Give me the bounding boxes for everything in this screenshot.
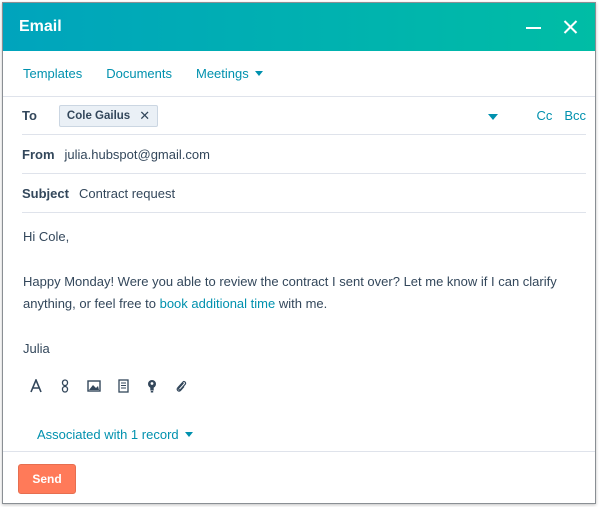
meetings-dropdown[interactable]: Meetings — [196, 66, 263, 81]
subject-label: Subject — [22, 186, 69, 201]
window-controls — [525, 18, 579, 36]
title-bar: Email — [3, 3, 595, 51]
format-toolbar — [29, 378, 188, 394]
from-row[interactable]: From julia.hubspot@gmail.com — [22, 136, 586, 174]
chevron-down-icon — [184, 432, 193, 437]
cc-link[interactable]: Cc — [536, 108, 552, 123]
text-style-icon[interactable] — [29, 378, 43, 394]
documents-link[interactable]: Documents — [106, 66, 172, 81]
recipient-dropdown-icon[interactable] — [488, 113, 499, 120]
link-icon[interactable] — [58, 378, 72, 394]
footer: Send — [3, 451, 595, 503]
recipient-chip[interactable]: Cole Gailus ✕ — [58, 104, 159, 127]
signoff-text: Julia — [23, 341, 50, 356]
subject-input[interactable]: Contract request — [79, 186, 175, 201]
close-icon[interactable] — [561, 18, 579, 36]
templates-link[interactable]: Templates — [23, 66, 82, 81]
remove-recipient-icon[interactable]: ✕ — [139, 108, 150, 124]
bcc-link[interactable]: Bcc — [564, 108, 586, 123]
associated-records-dropdown[interactable]: Associated with 1 record — [37, 427, 193, 442]
image-icon[interactable] — [87, 378, 101, 394]
to-actions: Cc Bcc — [488, 108, 586, 123]
subject-row[interactable]: Subject Contract request — [22, 175, 586, 213]
meetings-label: Meetings — [196, 66, 249, 81]
message-body[interactable]: Hi Cole, Happy Monday! Were you able to … — [23, 226, 583, 360]
message-paragraph: Happy Monday! Were you able to review th… — [23, 271, 583, 315]
chevron-down-icon — [254, 71, 263, 76]
from-label: From — [22, 147, 55, 162]
book-time-link[interactable]: book additional time — [160, 296, 276, 311]
from-value[interactable]: julia.hubspot@gmail.com — [65, 147, 210, 162]
document-icon[interactable] — [116, 378, 130, 394]
to-row: To Cole Gailus ✕ Cc Bcc — [22, 97, 586, 135]
window-title: Email — [19, 18, 62, 35]
attachment-icon[interactable] — [174, 378, 188, 394]
lightbulb-icon[interactable] — [145, 378, 159, 394]
compose-toolbar: Templates Documents Meetings — [3, 51, 595, 97]
associated-label: Associated with 1 record — [37, 427, 179, 442]
recipient-name: Cole Gailus — [66, 109, 131, 122]
minimize-icon[interactable] — [525, 18, 543, 36]
to-label: To — [22, 108, 37, 123]
email-window: Email Templates Documents Meetings To Co… — [2, 2, 596, 504]
greeting-text: Hi Cole, — [23, 229, 70, 244]
send-button[interactable]: Send — [18, 464, 76, 494]
paragraph-text-after: with me. — [275, 296, 328, 311]
